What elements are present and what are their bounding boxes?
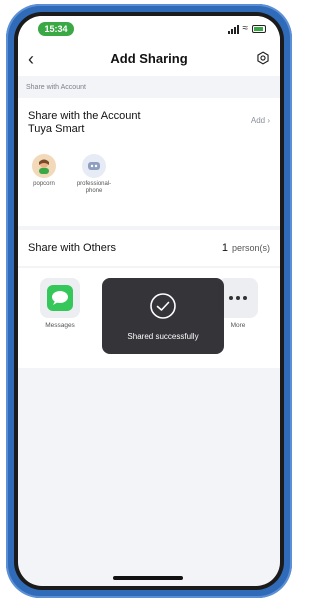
success-toast: Shared successfully xyxy=(102,278,224,354)
status-time: 15:34 xyxy=(38,22,74,36)
status-bar: 15:34 ≈ xyxy=(18,16,280,42)
member-professional-phone[interactable]: professional-phone xyxy=(72,154,116,195)
more-icon xyxy=(229,296,247,300)
person-count-value: 1 xyxy=(221,242,228,254)
share-target-label: Messages xyxy=(45,322,75,329)
toast-message: Shared successfully xyxy=(127,332,199,341)
person-avatar-icon xyxy=(32,154,56,178)
messages-icon xyxy=(47,285,73,311)
member-name: professional-phone xyxy=(76,181,112,194)
member-name: popcorn xyxy=(33,181,55,187)
messages-tile xyxy=(40,278,80,318)
battery-icon xyxy=(252,25,266,33)
account-share-title: Share with the Account Tuya Smart xyxy=(28,110,198,136)
chevron-right-icon: › xyxy=(267,116,270,125)
settings-icon[interactable] xyxy=(256,51,270,65)
share-target-messages[interactable]: Messages xyxy=(36,278,84,329)
member-popcorn[interactable]: popcorn xyxy=(22,154,66,188)
section-label-account: Share with Account xyxy=(26,84,86,91)
phone-frame: 15:34 ≈ ‹ Add Sharing Share with Account xyxy=(6,4,292,598)
account-share-title-line1: Share with the Account xyxy=(28,110,141,122)
others-share-row: Share with Others 1 person(s) xyxy=(18,230,280,266)
person-count-unit: person(s) xyxy=(231,243,270,253)
app-screen: 15:34 ≈ ‹ Add Sharing Share with Account xyxy=(18,16,280,586)
nav-bar: ‹ Add Sharing xyxy=(18,42,280,76)
account-share-card: Share with the Account Tuya Smart Add › xyxy=(18,98,280,226)
page-title: Add Sharing xyxy=(110,51,188,66)
others-share-title: Share with Others xyxy=(28,242,117,254)
add-account-button[interactable]: Add › xyxy=(251,116,270,125)
add-account-label: Add xyxy=(250,116,266,125)
check-circle-icon xyxy=(150,293,176,319)
device-avatar-icon xyxy=(82,154,106,178)
signal-icon xyxy=(227,24,239,34)
status-icons: ≈ xyxy=(227,22,266,36)
account-share-title-line2: Tuya Smart xyxy=(28,123,85,135)
home-indicator[interactable] xyxy=(113,576,183,580)
wifi-icon: ≈ xyxy=(242,23,249,34)
person-count[interactable]: 1 person(s) xyxy=(222,242,270,254)
more-tile xyxy=(218,278,258,318)
phone-bezel: 15:34 ≈ ‹ Add Sharing Share with Account xyxy=(14,12,284,590)
